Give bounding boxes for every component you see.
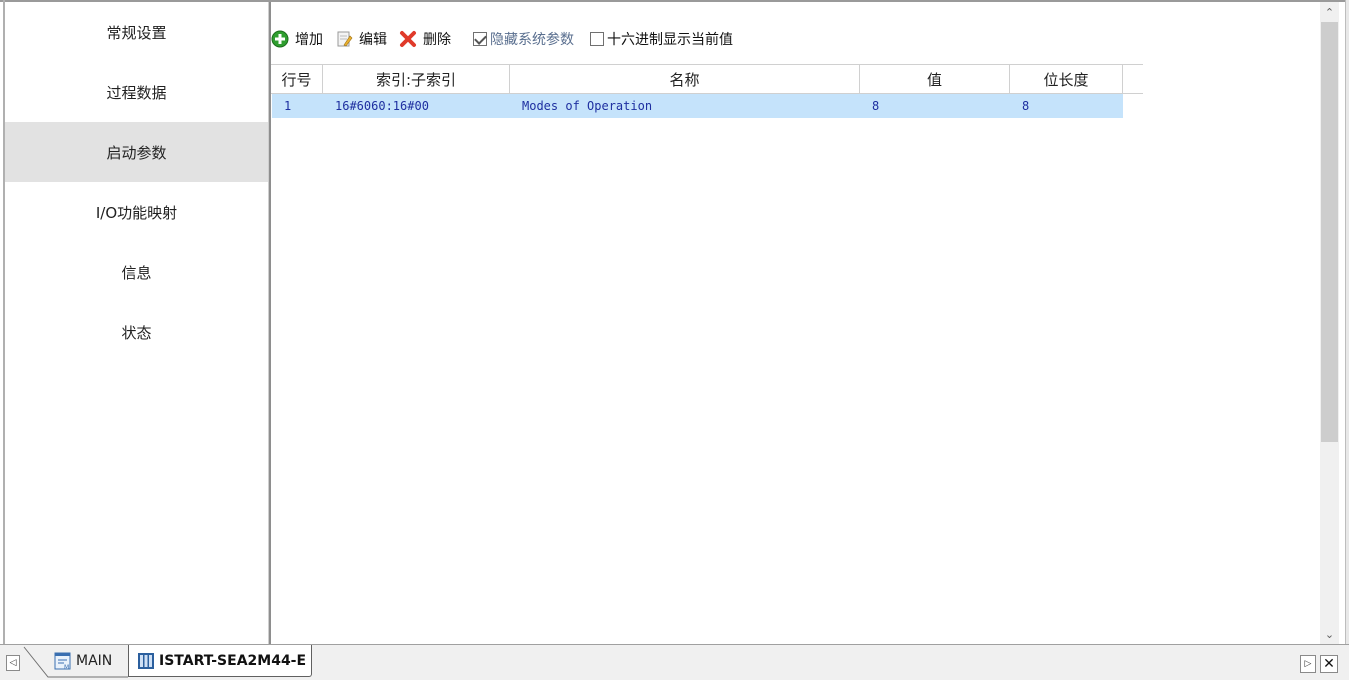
tab-device-label: ISTART-SEA2M44-E bbox=[159, 652, 307, 669]
right-border bbox=[1345, 0, 1349, 645]
column-header-row-number[interactable]: 行号 bbox=[271, 65, 323, 93]
checkbox-unchecked-icon[interactable] bbox=[590, 32, 604, 46]
tab-device[interactable]: ISTART-SEA2M44-E bbox=[128, 645, 312, 677]
add-button[interactable]: 增加 bbox=[271, 29, 323, 49]
vertical-scrollbar[interactable]: ⌃ ⌄ bbox=[1320, 2, 1339, 644]
edit-label: 编辑 bbox=[359, 32, 387, 48]
program-icon: M bbox=[54, 652, 72, 671]
tab-main-label: MAIN bbox=[76, 653, 113, 669]
sidebar-item-info[interactable]: 信息 bbox=[5, 242, 268, 302]
scroll-thumb[interactable] bbox=[1321, 22, 1338, 442]
cell-row-number: 1 bbox=[284, 99, 292, 113]
sidebar-item-label: 信息 bbox=[121, 263, 152, 282]
parameter-grid: 行号 索引:子索引 名称 值 位长度 1 16#6060:16#00 Modes… bbox=[271, 64, 1143, 118]
column-header-name[interactable]: 名称 bbox=[510, 65, 860, 93]
device-icon bbox=[137, 652, 155, 670]
sidebar-item-startup-parameters[interactable]: 启动参数 bbox=[5, 122, 268, 182]
column-header-value[interactable]: 值 bbox=[860, 65, 1010, 93]
hex-display-label: 十六进制显示当前值 bbox=[607, 32, 733, 48]
cell-name: Modes of Operation bbox=[522, 99, 653, 113]
add-label: 增加 bbox=[295, 32, 323, 48]
document-tab-bar: ◁ M MAIN ISTART-SEA2M44-E ▷ ✕ bbox=[0, 644, 1349, 680]
column-header-bit-length[interactable]: 位长度 bbox=[1010, 65, 1123, 93]
edit-button[interactable]: 编辑 bbox=[335, 29, 387, 49]
sidebar-item-label: I/O功能映射 bbox=[95, 203, 178, 222]
cell-index: 16#6060:16#00 bbox=[335, 99, 429, 113]
column-header-index[interactable]: 索引:子索引 bbox=[323, 65, 510, 93]
delete-label: 删除 bbox=[423, 32, 451, 48]
tab-scroll-left-icon[interactable]: ◁ bbox=[6, 655, 20, 671]
sidebar-item-io-mapping[interactable]: I/O功能映射 bbox=[5, 182, 268, 242]
grid-header: 行号 索引:子索引 名称 值 位长度 bbox=[271, 64, 1143, 94]
scroll-up-icon[interactable]: ⌃ bbox=[1320, 2, 1339, 22]
sidebar-item-general-settings[interactable]: 常规设置 bbox=[5, 2, 268, 62]
hex-display-checkbox[interactable]: 十六进制显示当前值 bbox=[590, 29, 733, 49]
tab-main[interactable]: M MAIN bbox=[24, 645, 132, 677]
sidebar-item-process-data[interactable]: 过程数据 bbox=[5, 62, 268, 122]
delete-button[interactable]: 删除 bbox=[399, 29, 451, 49]
hide-system-params-label: 隐藏系统参数 bbox=[490, 32, 574, 48]
toolbar: 增加 编辑 删除 隐藏系统参数 十六进制显示当前值 bbox=[271, 27, 733, 51]
svg-text:M: M bbox=[64, 664, 69, 670]
checkbox-checked-icon[interactable] bbox=[473, 32, 487, 46]
sidebar-item-label: 常规设置 bbox=[106, 23, 167, 42]
red-x-icon bbox=[399, 30, 417, 48]
edit-document-icon bbox=[335, 30, 353, 48]
sidebar-item-label: 启动参数 bbox=[106, 143, 167, 162]
scroll-down-icon[interactable]: ⌄ bbox=[1320, 624, 1339, 644]
hide-system-params-checkbox[interactable]: 隐藏系统参数 bbox=[473, 29, 574, 49]
column-header-filler bbox=[1123, 65, 1143, 93]
sidebar-item-label: 状态 bbox=[121, 323, 152, 342]
cell-bit-length: 8 bbox=[1022, 99, 1030, 113]
cell-value: 8 bbox=[872, 99, 880, 113]
table-row[interactable]: 1 16#6060:16#00 Modes of Operation 8 8 bbox=[272, 94, 1123, 118]
sidebar-item-status[interactable]: 状态 bbox=[5, 302, 268, 362]
plus-circle-icon bbox=[271, 30, 289, 48]
close-icon[interactable]: ✕ bbox=[1320, 655, 1338, 673]
sidebar-item-label: 过程数据 bbox=[106, 83, 167, 102]
sidebar: 常规设置 过程数据 启动参数 I/O功能映射 信息 状态 bbox=[5, 2, 268, 644]
tab-scroll-right-icon[interactable]: ▷ bbox=[1300, 655, 1316, 673]
app-window: 常规设置 过程数据 启动参数 I/O功能映射 信息 状态 增加 编辑 删除 隐藏… bbox=[0, 0, 1349, 680]
